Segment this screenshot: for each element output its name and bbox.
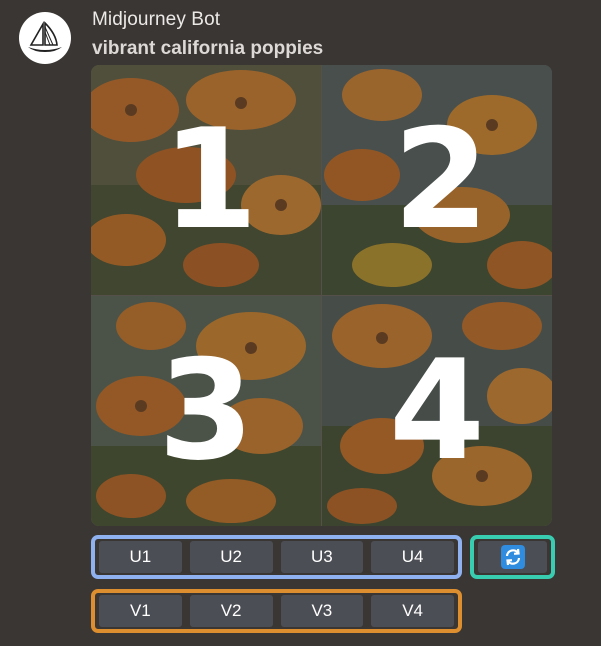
quadrant-number-3: 3 [157,330,255,491]
quadrant-number-4: 4 [388,330,486,491]
upscale-button-group: U1 U2 U3 U4 [91,535,462,579]
variation-button-4[interactable]: V4 [371,595,454,627]
sailboat-icon [28,21,62,52]
image-quadrant-2[interactable]: 2 [322,65,552,295]
upscale-button-2[interactable]: U2 [189,541,273,573]
upscale-button-4[interactable]: U4 [371,541,454,573]
image-grid[interactable]: 1 2 3 4 [91,65,552,526]
upscale-button-1[interactable]: U1 [99,541,182,573]
variation-button-2[interactable]: V2 [189,595,273,627]
image-quadrant-3[interactable]: 3 [91,296,321,526]
image-quadrant-4[interactable]: 4 [322,296,552,526]
upscale-button-3[interactable]: U3 [280,541,364,573]
prompt-text: vibrant california poppies [92,38,324,59]
refresh-icon [500,545,525,569]
variation-button-group: V1 V2 V3 V4 [91,589,462,633]
reroll-button-group [470,535,555,579]
bot-avatar[interactable] [19,12,71,64]
image-quadrant-1[interactable]: 1 [91,65,321,295]
variation-button-3[interactable]: V3 [280,595,364,627]
quadrant-number-1: 1 [161,99,259,260]
variation-button-1[interactable]: V1 [99,595,182,627]
quadrant-number-2: 2 [392,99,490,260]
author-name[interactable]: Midjourney Bot [92,9,220,31]
reroll-button[interactable] [478,541,547,573]
discord-message: Midjourney Bot vibrant california poppie… [0,0,601,646]
